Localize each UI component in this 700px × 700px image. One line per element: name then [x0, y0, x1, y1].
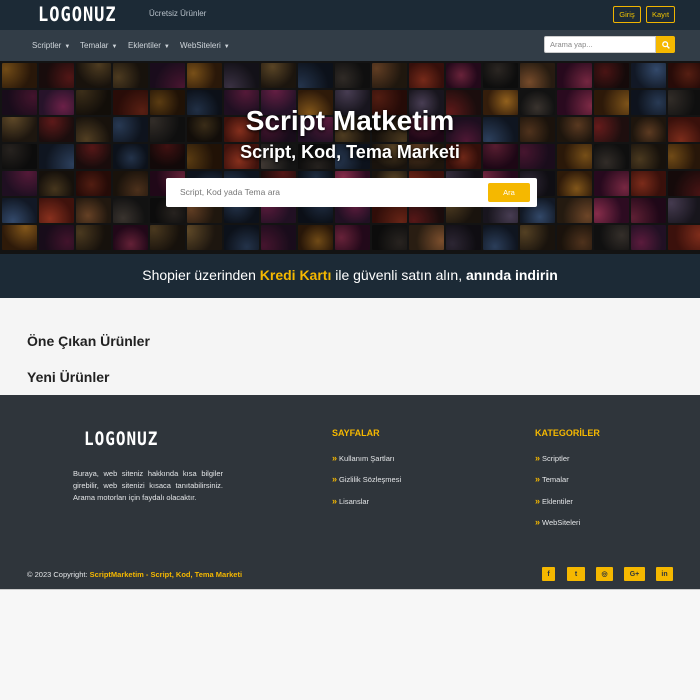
footer-categories-title: KATEGORİLER: [535, 428, 600, 438]
caret-down-icon: ▼: [163, 44, 170, 50]
nav-item-temalar[interactable]: Temalar ▼: [80, 41, 117, 50]
footer-pages-title: SAYFALAR: [332, 428, 380, 438]
new-products-heading: Yeni Ürünler: [27, 369, 110, 385]
nav-item-label: Eklentiler: [128, 41, 161, 50]
footer-category-temalar[interactable]: » Temalar: [535, 474, 569, 484]
double-chevron-right-icon: »: [332, 474, 338, 484]
search-button[interactable]: [656, 36, 675, 53]
linkedin-icon[interactable]: in: [656, 567, 673, 581]
caret-down-icon: ▼: [223, 44, 230, 50]
featured-products-heading: Öne Çıkan Ürünler: [27, 333, 150, 349]
facebook-icon[interactable]: f: [542, 567, 555, 581]
footer-about-text: Buraya, web siteniz hakkında kısa bilgil…: [73, 469, 223, 502]
banner-text-1: Shopier üzerinden: [142, 267, 260, 283]
footer-category-websiteleri[interactable]: » WebSiteleri: [535, 517, 580, 527]
payment-banner: Shopier üzerinden Kredi Kartı ile güvenl…: [0, 254, 700, 298]
top-bar: LOGONUZ Ücretsiz Ürünler Giriş Kayıt: [0, 0, 700, 30]
register-button[interactable]: Kayıt: [646, 6, 675, 23]
page-bottom-divider: [0, 589, 700, 590]
caret-down-icon: ▼: [64, 44, 71, 50]
double-chevron-right-icon: »: [332, 453, 338, 463]
site-logo[interactable]: LOGONUZ: [38, 4, 117, 27]
google-plus-icon[interactable]: G+: [624, 567, 645, 581]
footer-link-licenses[interactable]: » Lisanslar: [332, 496, 369, 506]
footer-link-label: Gizlilik Sözleşmesi: [339, 475, 402, 484]
hero-search-box: Script, Kod yada Tema ara Ara: [166, 178, 537, 207]
footer-category-eklentiler[interactable]: » Eklentiler: [535, 496, 573, 506]
login-button[interactable]: Giriş: [613, 6, 641, 23]
twitter-icon[interactable]: t: [567, 567, 585, 581]
nav-item-label: WebSiteleri: [180, 41, 221, 50]
free-products-link[interactable]: Ücretsiz Ürünler: [149, 9, 206, 18]
double-chevron-right-icon: »: [332, 496, 338, 506]
main-content: Öne Çıkan Ürünler Yeni Ürünler: [0, 298, 700, 395]
hero-search-button[interactable]: Ara: [488, 183, 530, 202]
double-chevron-right-icon: »: [535, 474, 541, 484]
nav-item-label: Temalar: [80, 41, 109, 50]
hero-search-input[interactable]: Script, Kod yada Tema ara: [180, 187, 280, 197]
nav-item-scriptler[interactable]: Scriptler ▼: [32, 41, 70, 50]
footer: LOGONUZ Buraya, web siteniz hakkında kıs…: [0, 395, 700, 590]
hero-section: Script Matketim Script, Kod, Tema Market…: [0, 61, 700, 254]
footer-category-scriptler[interactable]: » Scriptler: [535, 453, 570, 463]
caret-down-icon: ▼: [111, 44, 118, 50]
footer-link-label: Kullanım Şartları: [339, 454, 395, 463]
nav-item-websiteleri[interactable]: WebSiteleri ▼: [180, 41, 230, 50]
nav-item-label: Scriptler: [32, 41, 62, 50]
footer-link-label: Scriptler: [542, 454, 570, 463]
double-chevron-right-icon: »: [535, 517, 541, 527]
banner-text-2: ile güvenli satın alın,: [331, 267, 466, 283]
footer-link-label: Lisanslar: [339, 497, 370, 506]
footer-link-label: Eklentiler: [542, 497, 573, 506]
footer-link-label: Temalar: [542, 475, 569, 484]
nav-item-eklentiler[interactable]: Eklentiler ▼: [128, 41, 170, 50]
banner-highlight: Kredi Kartı: [259, 267, 332, 283]
banner-strong: anında indirin: [465, 267, 558, 283]
search-input[interactable]: Arama yap...: [544, 36, 656, 53]
double-chevron-right-icon: »: [535, 453, 541, 463]
instagram-icon[interactable]: ◎: [596, 567, 613, 581]
double-chevron-right-icon: »: [535, 496, 541, 506]
copyright-text: © 2023 Copyright: ScriptMarketim - Scrip…: [27, 570, 242, 579]
footer-link-privacy[interactable]: » Gizlilik Sözleşmesi: [332, 474, 401, 484]
search-icon: [661, 40, 670, 49]
copyright-prefix: © 2023 Copyright:: [27, 570, 90, 579]
footer-logo[interactable]: LOGONUZ: [84, 428, 158, 450]
footer-link-terms[interactable]: » Kullanım Şartları: [332, 453, 394, 463]
hero-subtitle: Script, Kod, Tema Marketi: [240, 142, 460, 162]
footer-link-label: WebSiteleri: [542, 518, 581, 527]
copyright-brand-link[interactable]: ScriptMarketim - Script, Kod, Tema Marke…: [90, 570, 242, 579]
hero-title: Script Matketim: [245, 105, 455, 136]
